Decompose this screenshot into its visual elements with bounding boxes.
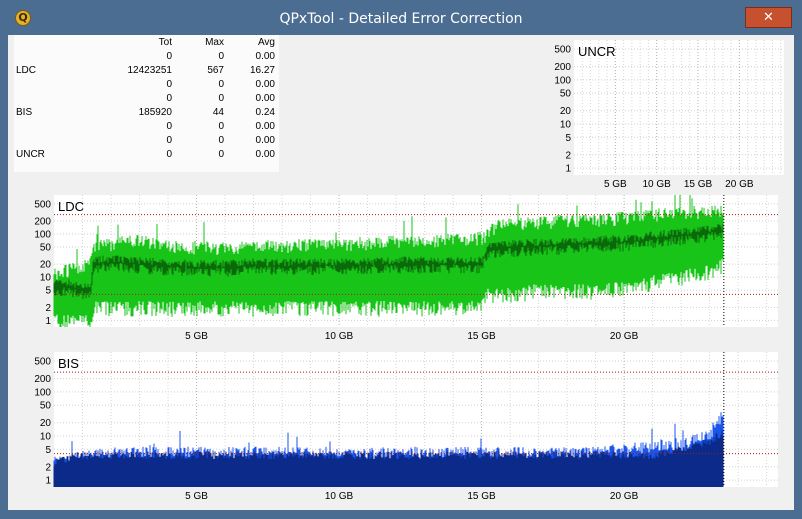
chart-title: LDC bbox=[58, 199, 84, 214]
stats-cell: 0 bbox=[166, 50, 172, 62]
x-tick-label: 10 GB bbox=[325, 491, 354, 502]
stats-row: 0 0 0.00 bbox=[14, 91, 275, 105]
x-tick-label: 10 GB bbox=[642, 179, 671, 190]
y-tick-label: 2 bbox=[45, 462, 51, 473]
y-tick-label: 10 bbox=[40, 432, 52, 443]
y-tick-label: 5 bbox=[565, 133, 571, 144]
stats-cell: 0 bbox=[166, 148, 172, 160]
stats-cell: 44 bbox=[212, 106, 224, 118]
y-tick-label: 200 bbox=[34, 216, 51, 227]
stats-cell: 0.00 bbox=[255, 120, 275, 132]
stats-cell: 0.00 bbox=[255, 148, 275, 160]
stats-cell bbox=[14, 119, 68, 133]
stats-cell: 16.27 bbox=[249, 64, 275, 76]
stats-cell: 0 bbox=[218, 78, 224, 90]
stats-cell: 0 bbox=[166, 120, 172, 132]
window-frame: Q QPxTool - Detailed Error Correction ✕ … bbox=[0, 0, 802, 519]
stats-cell: 185920 bbox=[138, 106, 172, 118]
stats-row: 0 0 0.00 bbox=[14, 133, 275, 147]
y-tick-label: 200 bbox=[554, 62, 571, 73]
stats-cell: BIS bbox=[16, 106, 33, 118]
y-tick-label: 50 bbox=[40, 242, 52, 253]
stats-cell: LDC bbox=[16, 64, 37, 76]
stats-cell: 0 bbox=[218, 92, 224, 104]
stats-cell: UNCR bbox=[16, 148, 45, 160]
stats-cell bbox=[14, 91, 68, 105]
stats-row: 0 0 0.00 bbox=[14, 49, 275, 63]
y-tick-label: 10 bbox=[40, 273, 52, 284]
close-button[interactable]: ✕ bbox=[745, 7, 792, 28]
stats-table: Tot Max Avg 0 0 0.00 LDC 12423251 567 16… bbox=[14, 35, 279, 172]
y-tick-label: 2 bbox=[45, 303, 51, 314]
uncr-chart: 5002001005020105215 GB 10 GB 15 GB 20 GBUNC… bbox=[554, 40, 784, 190]
x-tick-label: 15 GB bbox=[467, 491, 496, 502]
stats-header-row: Tot Max Avg bbox=[14, 35, 275, 49]
stats-row: 0 0 0.00 bbox=[14, 77, 275, 91]
chart-title: UNCR bbox=[578, 44, 616, 59]
y-tick-label: 10 bbox=[560, 120, 572, 131]
stats-cell: 0.00 bbox=[255, 78, 275, 90]
stats-row: 0 0 0.00 bbox=[14, 119, 275, 133]
stats-header: Tot bbox=[158, 36, 172, 48]
y-tick-label: 500 bbox=[554, 45, 571, 56]
x-tick-label: 15 GB bbox=[467, 331, 496, 342]
x-tick-label: 15 GB bbox=[684, 179, 713, 190]
stats-cell: 0 bbox=[166, 134, 172, 146]
y-tick-label: 1 bbox=[45, 476, 51, 487]
ldc-graph: 500 200 100 50 20 10 5 2 1 5 GB 10 GB 15 GB 20 GB LDC bbox=[20, 193, 780, 346]
stats-cell: 567 bbox=[207, 64, 224, 76]
uncr-graph: 500 200 100 50 20 10 5 2 1 5 GB 10 GB 15 GB 20 GB UNC… bbox=[540, 38, 786, 195]
y-tick-label: 1 bbox=[45, 316, 51, 327]
stats-cell: 0.00 bbox=[255, 92, 275, 104]
stats-cell: 0 bbox=[218, 148, 224, 160]
stats-header: Max bbox=[205, 36, 224, 48]
stats-cell: 0 bbox=[166, 92, 172, 104]
stats-cell: 0 bbox=[218, 50, 224, 62]
stats-cell: 0 bbox=[218, 120, 224, 132]
y-tick-label: 500 bbox=[34, 199, 51, 210]
stats-cell bbox=[14, 133, 68, 147]
stats-cell: 0 bbox=[166, 78, 172, 90]
y-tick-label: 50 bbox=[560, 89, 572, 100]
x-tick-label: 5 GB bbox=[604, 179, 627, 190]
y-tick-label: 500 bbox=[34, 357, 51, 368]
stats-cell: 0.00 bbox=[255, 50, 275, 62]
y-tick-label: 2 bbox=[565, 150, 571, 161]
stats-row: BIS 185920 44 0.24 bbox=[14, 105, 275, 119]
y-tick-label: 100 bbox=[34, 229, 51, 240]
x-tick-label: 20 GB bbox=[610, 331, 639, 342]
x-tick-label: 20 GB bbox=[610, 491, 639, 502]
title-bar[interactable]: Q QPxTool - Detailed Error Correction ✕ bbox=[0, 0, 802, 36]
y-tick-label: 5 bbox=[45, 445, 51, 456]
stats-cell: 0 bbox=[218, 134, 224, 146]
stats-cell bbox=[14, 77, 68, 91]
x-tick-label: 5 GB bbox=[185, 491, 208, 502]
x-tick-label: 5 GB bbox=[185, 331, 208, 342]
stats-cell: 0.00 bbox=[255, 134, 275, 146]
y-tick-label: 200 bbox=[34, 374, 51, 385]
y-tick-label: 100 bbox=[34, 387, 51, 398]
stats-row: LDC 12423251 567 16.27 bbox=[14, 63, 275, 77]
y-tick-label: 50 bbox=[40, 401, 52, 412]
stats-header bbox=[14, 35, 68, 49]
y-tick-label: 20 bbox=[40, 260, 52, 271]
y-tick-label: 1 bbox=[565, 164, 571, 175]
ldc-chart: 5002001005020105215 GB 10 GB 15 GB 20 GBLDC bbox=[34, 195, 778, 342]
bis-graph: 500 200 100 50 20 10 5 2 1 5 GB 10 GB 15 GB 20 GB BIS bbox=[20, 350, 780, 505]
y-tick-label: 20 bbox=[560, 106, 572, 117]
x-tick-label: 20 GB bbox=[725, 179, 754, 190]
y-tick-label: 20 bbox=[40, 418, 52, 429]
chart-title: BIS bbox=[58, 356, 79, 371]
stats-row: UNCR 0 0 0.00 bbox=[14, 147, 275, 161]
client-area: Tot Max Avg 0 0 0.00 LDC 12423251 567 16… bbox=[8, 35, 794, 510]
y-tick-label: 100 bbox=[554, 75, 571, 86]
x-tick-label: 10 GB bbox=[325, 331, 354, 342]
bis-chart: 5002001005020105215 GB 10 GB 15 GB 20 GBBIS bbox=[34, 352, 778, 502]
y-tick-label: 5 bbox=[45, 286, 51, 297]
stats-cell: 0.24 bbox=[255, 106, 275, 118]
stats-header: Avg bbox=[257, 36, 275, 48]
stats-cell: 12423251 bbox=[127, 64, 173, 76]
stats-cell bbox=[14, 49, 68, 63]
window-title: QPxTool - Detailed Error Correction bbox=[279, 11, 523, 27]
